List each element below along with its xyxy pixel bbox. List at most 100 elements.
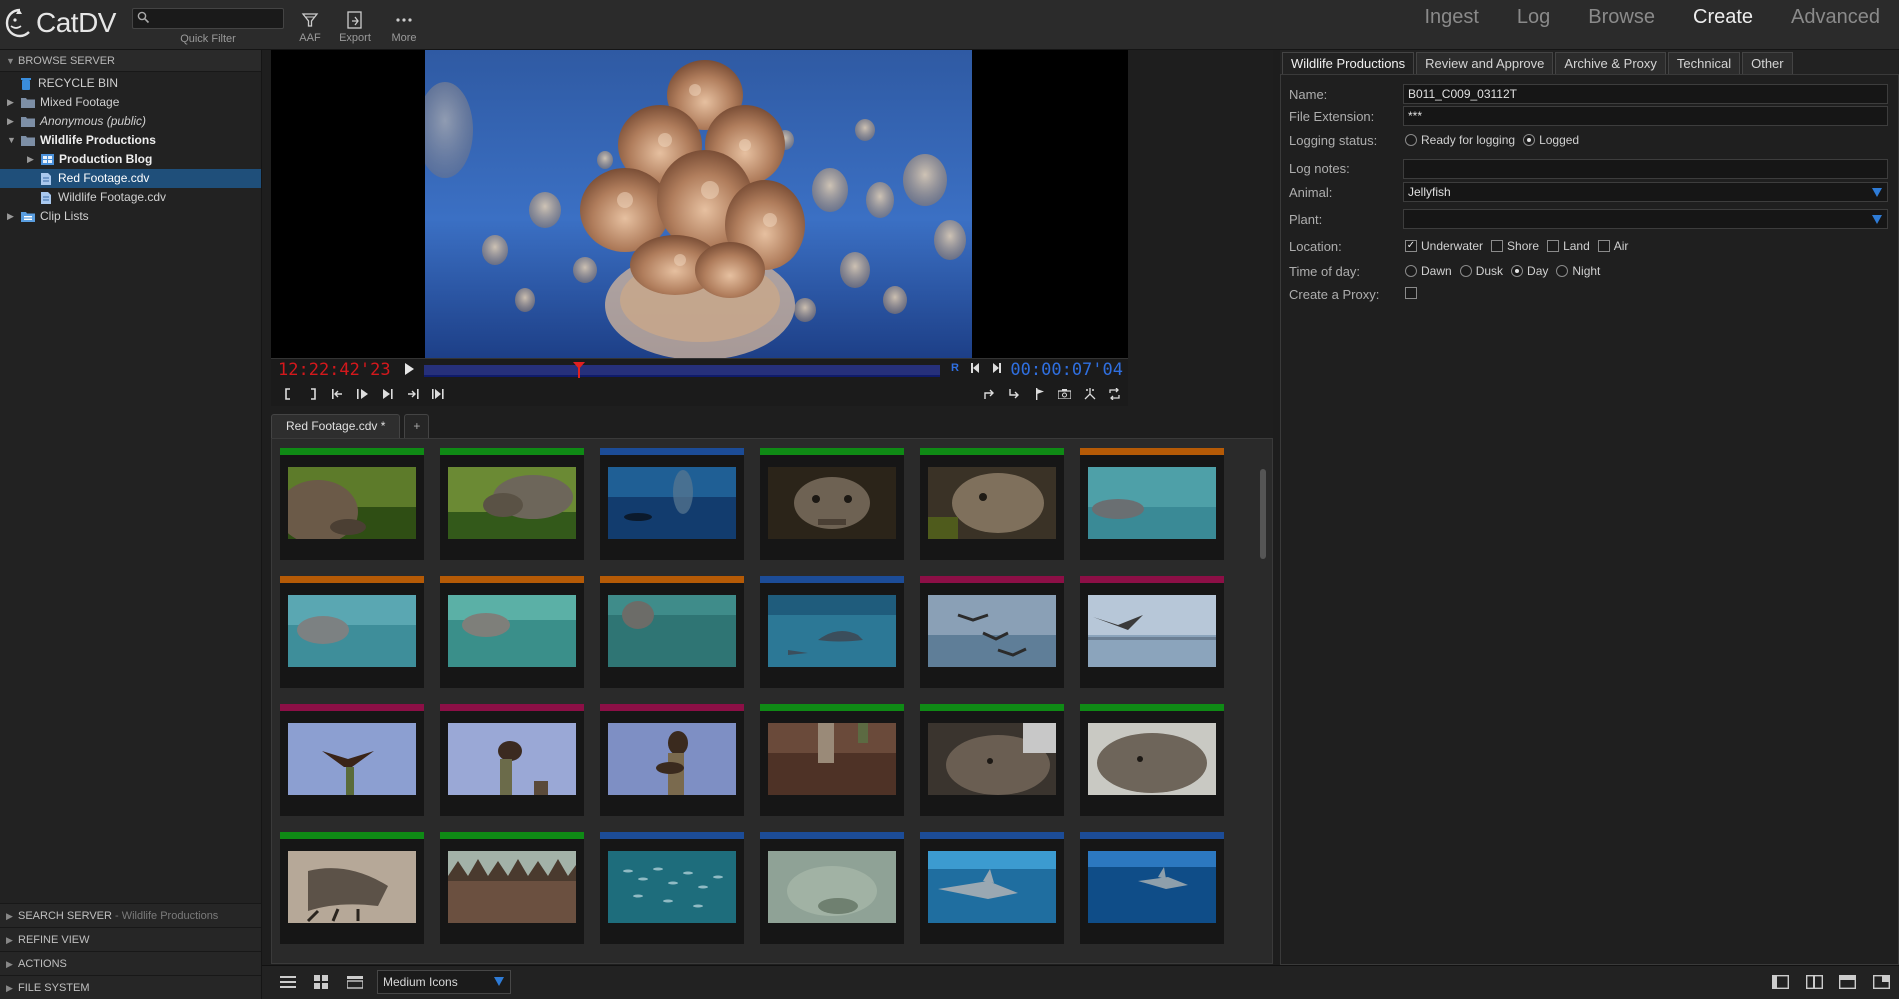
clip-thumbnail-card[interactable] [440,448,584,560]
mode-tab-create[interactable]: Create [1674,6,1772,29]
time-night-option[interactable]: Night [1556,264,1600,278]
clip-thumbnail-card[interactable] [600,832,744,944]
clip-thumbnail-image[interactable] [768,851,896,923]
clip-thumbnail-image[interactable] [928,723,1056,795]
clip-thumbnail-card[interactable] [600,448,744,560]
clip-thumbnail-image[interactable] [448,723,576,795]
video-player[interactable] [271,50,1128,406]
clip-thumbnail-image[interactable] [928,595,1056,667]
tab-technical[interactable]: Technical [1667,52,1741,74]
tab-other[interactable]: Other [1742,52,1793,74]
step-back-button[interactable] [971,363,981,377]
layout-split-pane-icon[interactable] [1806,975,1823,989]
overwrite-button[interactable] [1002,384,1027,404]
clip-thumbnail-card[interactable] [280,448,424,560]
grid-view-icon[interactable] [314,975,329,989]
checkbox-air[interactable] [1597,240,1610,252]
mark-out-button[interactable] [300,384,325,404]
clip-thumbnail-image[interactable] [928,467,1056,539]
marker-button[interactable] [1027,384,1052,404]
clip-thumbnail-image[interactable] [448,467,576,539]
collapse-arrow-icon[interactable]: ▼ [7,131,17,150]
play-in-out-button[interactable] [350,384,375,404]
tree-item-mixed-footage[interactable]: ▶ Mixed Footage [0,93,261,112]
details-splitter-handle[interactable] [1273,50,1280,965]
clip-thumbnail-image[interactable] [768,595,896,667]
go-to-end-button[interactable] [425,384,450,404]
clip-thumbnail-card[interactable] [440,704,584,816]
expand-arrow-icon[interactable]: ▶ [7,93,17,112]
clip-thumbnail-image[interactable] [288,723,416,795]
location-air-option[interactable]: Air [1597,239,1628,253]
repeat-r-button[interactable]: R [951,361,959,375]
video-frame-jellyfish[interactable] [425,50,972,358]
player-splitter-handle[interactable] [271,406,1128,412]
view-mode-select[interactable]: Medium Icons [377,970,511,994]
clip-thumbnail-image[interactable] [1088,595,1216,667]
checkbox-underwater[interactable]: ✓ [1405,240,1417,252]
tree-item-red-footage[interactable]: Red Footage.cdv [0,169,261,188]
clip-thumbnail-card[interactable] [280,832,424,944]
logging-ready-option[interactable]: Ready for logging [1405,133,1515,147]
more-button[interactable]: More [381,8,427,44]
location-underwater-option[interactable]: ✓ Underwater [1405,239,1483,253]
radio-dusk[interactable] [1459,265,1472,277]
clip-thumbnail-image[interactable] [608,851,736,923]
logging-logged-option[interactable]: Logged [1523,133,1579,147]
clip-thumbnail-card[interactable] [760,448,904,560]
time-dawn-option[interactable]: Dawn [1405,264,1452,278]
tree-item-wildlife-footage[interactable]: Wildlife Footage.cdv [0,188,261,207]
clip-thumbnail-card[interactable] [280,576,424,688]
snapshot-button[interactable] [1052,384,1077,404]
clip-thumbnail-card[interactable] [920,704,1064,816]
clip-thumbnail-image[interactable] [768,467,896,539]
expand-arrow-icon[interactable]: ▶ [27,150,37,169]
clip-thumbnail-card[interactable] [1080,448,1224,560]
clip-thumbnail-card[interactable] [600,576,744,688]
radio-dawn[interactable] [1405,265,1417,277]
clip-thumbnail-card[interactable] [760,832,904,944]
clip-thumbnail-card[interactable] [760,704,904,816]
tree-item-production-blog[interactable]: ▶ Production Blog [0,150,261,169]
clip-thumbnail-card[interactable] [440,832,584,944]
clip-thumbnail-card[interactable] [920,448,1064,560]
refine-view-section[interactable]: ▶ REFINE VIEW [0,927,261,951]
time-day-option[interactable]: Day [1511,264,1548,278]
go-to-out-button[interactable] [375,384,400,404]
tree-item-recycle-bin[interactable]: RECYCLE BIN [0,74,261,93]
export-button[interactable]: Export [332,8,378,44]
clip-thumbnail-image[interactable] [288,467,416,539]
log-notes-field[interactable] [1403,159,1888,179]
step-forward-button[interactable] [991,363,1001,377]
tab-wildlife-productions[interactable]: Wildlife Productions [1282,52,1415,74]
clip-thumbnail-image[interactable] [768,723,896,795]
clip-thumbnail-card[interactable] [1080,704,1224,816]
current-timecode[interactable]: 12:22:42'23 [278,360,391,380]
clip-thumbnail-image[interactable] [608,723,736,795]
vertical-scrollbar[interactable] [1260,469,1266,559]
clip-thumbnail-card[interactable] [920,832,1064,944]
name-field[interactable]: B011_C009_03112T [1403,84,1888,104]
browse-server-header[interactable]: ▼ BROWSE SERVER [0,50,261,72]
mode-tab-log[interactable]: Log [1498,6,1569,29]
clip-thumbnail-card[interactable] [1080,832,1224,944]
checkbox-create-proxy[interactable] [1405,287,1417,299]
go-to-next-button[interactable] [400,384,425,404]
insert-button[interactable] [977,384,1002,404]
expand-arrow-icon[interactable]: ▶ [7,112,17,131]
clip-thumbnail-card[interactable] [440,576,584,688]
clip-thumbnail-image[interactable] [928,851,1056,923]
file-system-section[interactable]: ▶ FILE SYSTEM [0,975,261,999]
location-shore-option[interactable]: Shore [1491,239,1539,253]
go-to-in-button[interactable] [325,384,350,404]
checkbox-shore[interactable] [1491,240,1504,252]
split-clip-button[interactable] [1077,384,1102,404]
play-button[interactable] [404,363,414,379]
expand-arrow-icon[interactable]: ▶ [7,207,17,226]
clip-thumbnail-card[interactable] [280,704,424,816]
tab-archive-proxy[interactable]: Archive & Proxy [1555,52,1666,74]
radio-ready-for-logging[interactable] [1405,134,1417,146]
layout-right-pane-icon[interactable] [1873,975,1890,989]
tab-red-footage[interactable]: Red Footage.cdv * [271,414,401,438]
actions-section[interactable]: ▶ ACTIONS [0,951,261,975]
